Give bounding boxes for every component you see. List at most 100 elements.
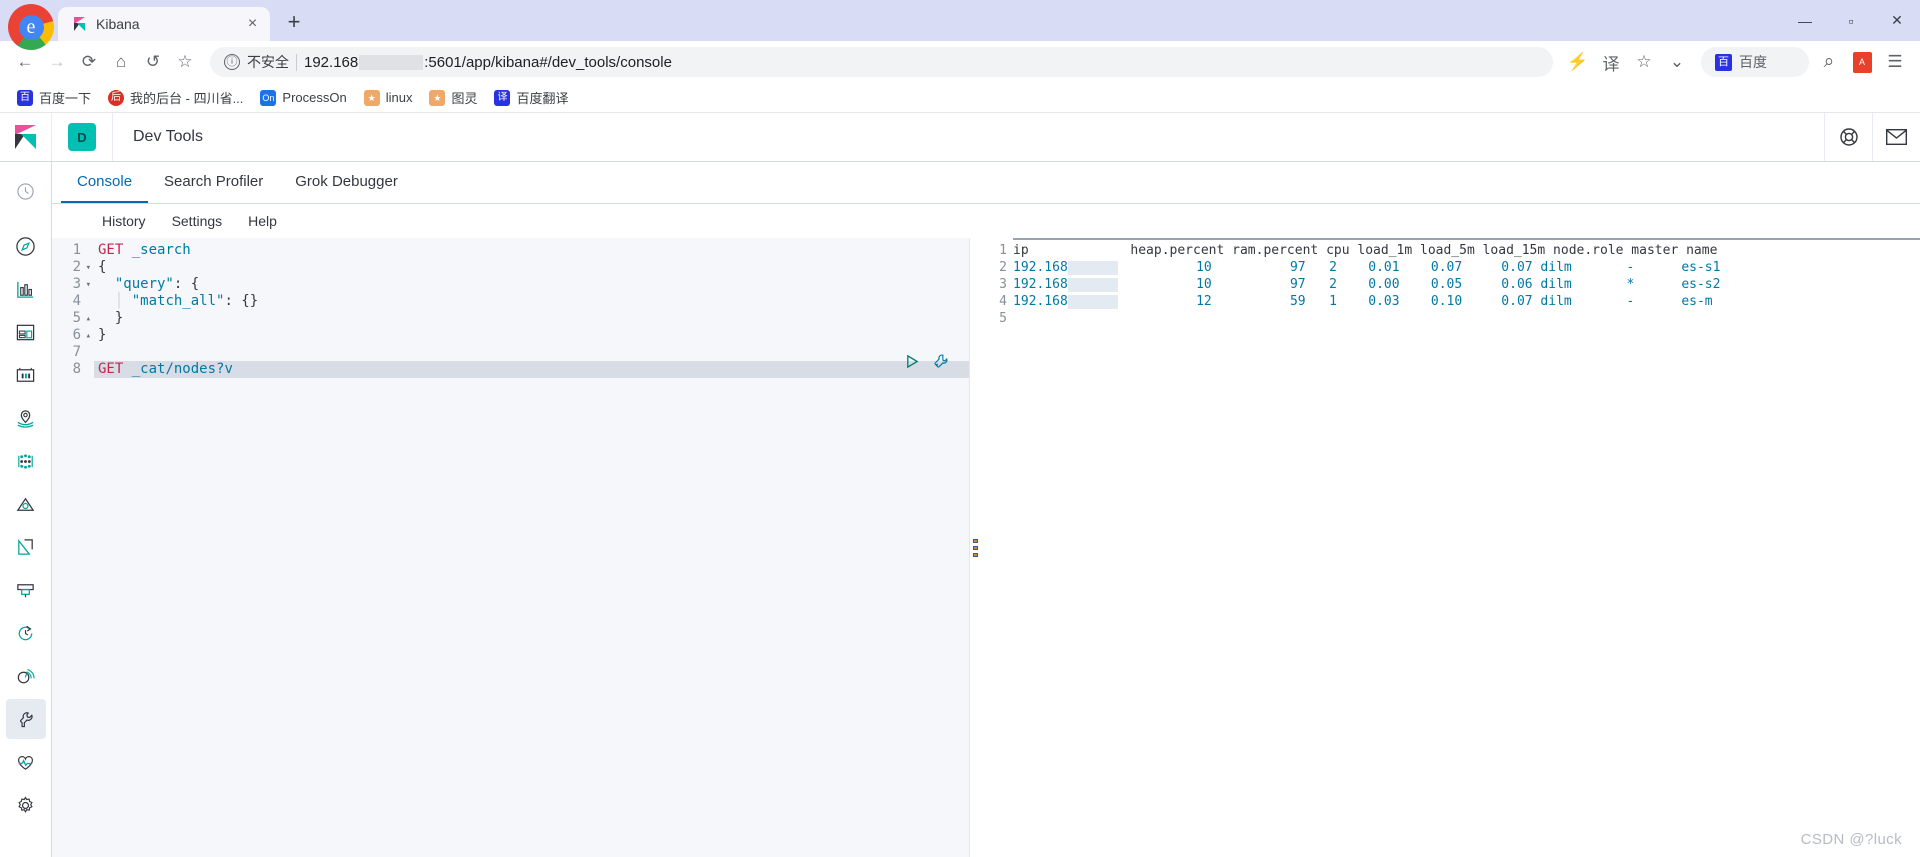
redacted-ip-block (1067, 295, 1118, 309)
tuling-icon: ★ (429, 89, 446, 106)
pdf-extension-icon[interactable]: A (1847, 47, 1877, 77)
bookmark-star-icon[interactable]: ☆ (170, 47, 200, 77)
tab-close-icon[interactable]: × (243, 15, 262, 34)
bookmark-item[interactable]: 译 百度翻译 (487, 85, 575, 110)
kibana-logo-icon[interactable] (0, 113, 52, 161)
toolbar-right-actions: ⚡ 译 ☆ ⌄ 百 百度 ⌕ A ☰ (1563, 47, 1910, 77)
window-maximize-button[interactable]: ▫ (1828, 0, 1874, 41)
sidebar-item-logs[interactable] (6, 527, 46, 567)
editor-line[interactable]: │ "match_all": {} (94, 293, 969, 310)
sidebar-item-recently-viewed[interactable] (6, 171, 46, 211)
code-token: } (98, 327, 107, 343)
kibana-main: Console Search Profiler Grok Debugger Hi… (52, 162, 1920, 857)
fold-marker[interactable]: ▾ (86, 260, 91, 277)
menu-item-help[interactable]: Help (248, 213, 277, 229)
sidebar-item-visualize[interactable] (6, 269, 46, 309)
sidebar-item-machine-learning[interactable] (6, 441, 46, 481)
window-minimize-button[interactable]: — (1782, 0, 1828, 41)
sidebar-item-management[interactable] (6, 785, 46, 825)
new-tab-button[interactable]: + (277, 8, 311, 38)
editor-line[interactable]: } (94, 327, 969, 344)
tab-console[interactable]: Console (61, 162, 149, 203)
sidebar-item-dev-tools[interactable] (5, 699, 46, 739)
mail-icon[interactable] (1872, 113, 1920, 161)
tab-search-profiler[interactable]: Search Profiler (148, 162, 279, 203)
wrench-icon (20, 711, 33, 727)
star-icon[interactable]: ☆ (1629, 47, 1659, 77)
kibana-header: D Dev Tools (0, 113, 1920, 162)
fold-marker[interactable]: ▴ (86, 328, 91, 345)
bookmark-item[interactable]: ★ linux (357, 87, 420, 109)
browser-menu-icon[interactable]: ☰ (1880, 47, 1910, 77)
editor-line[interactable] (94, 344, 969, 361)
tab-grok-debugger[interactable]: Grok Debugger (279, 162, 414, 203)
address-bar[interactable]: ⓘ 不安全 192.168 :5601/app/kibana#/dev_tool… (210, 47, 1553, 77)
lightning-icon[interactable]: ⚡ (1563, 47, 1593, 77)
bookmark-item[interactable]: 百 百度一下 (10, 85, 98, 110)
editor-line[interactable]: } (94, 310, 969, 327)
bookmark-item[interactable]: ★ 图灵 (422, 85, 484, 110)
editor-line[interactable]: { (94, 259, 969, 276)
translate-icon[interactable]: 译 (1596, 47, 1626, 77)
help-icon[interactable] (1824, 113, 1872, 161)
splitter-grip-icon[interactable] (973, 538, 978, 557)
gutter-line: 3 ▾ (72, 276, 91, 294)
sidebar-item-discover[interactable] (6, 226, 46, 266)
kibana-body: Console Search Profiler Grok Debugger Hi… (0, 162, 1920, 857)
bookmark-item[interactable]: On ProcessOn (253, 87, 353, 109)
browser-window: Kibana × + — ▫ ✕ ← → ⟳ ⌂ ↺ ☆ ⓘ 不安全 192.1… (0, 0, 1920, 857)
fold-marker[interactable]: ▾ (86, 277, 91, 294)
gutter-line: 2 ▾ (72, 259, 91, 277)
search-engine-box[interactable]: 百 百度 (1701, 47, 1809, 77)
chevron-down-icon[interactable]: ⌄ (1662, 47, 1692, 77)
site-info-icon[interactable]: ⓘ (224, 54, 240, 70)
bookmarks-bar: 百 百度一下 后 我的后台 - 四川省... On ProcessOn ★ li… (0, 83, 1920, 113)
output-data-row: 192.168 12 59 1 0.03 0.10 0.07 dilm - es… (1013, 293, 1920, 310)
sidebar-item-apm[interactable] (6, 570, 46, 610)
search-icon[interactable]: ⌕ (1814, 47, 1844, 77)
sidebar-item-maps[interactable] (6, 398, 46, 438)
reload-button[interactable]: ⟳ (74, 47, 104, 77)
play-icon[interactable] (905, 354, 920, 374)
gutter-line: 1 (72, 242, 81, 258)
tab-strip: Kibana × + — ▫ ✕ (0, 0, 1920, 50)
home-button[interactable]: ⌂ (106, 47, 136, 77)
search-engine-label: 百度 (1739, 54, 1767, 70)
sidebar-item-infrastructure[interactable] (6, 484, 46, 524)
back-button[interactable]: ← (10, 47, 40, 77)
output-data-row: 192.168 10 97 2 0.00 0.05 0.06 dilm * es… (1013, 276, 1920, 293)
menu-item-history[interactable]: History (102, 213, 146, 229)
backend-site-icon: 后 (108, 89, 125, 106)
sidebar-item-monitoring[interactable] (6, 742, 46, 782)
url-prefix: 192.168 (304, 53, 359, 71)
menu-item-settings[interactable]: Settings (172, 213, 223, 229)
gutter-line: 6 ▴ (72, 327, 91, 345)
kibana-header-actions (1824, 113, 1920, 161)
browser-tab-kibana[interactable]: Kibana × (58, 7, 270, 41)
cell-ip: 192.168 (1013, 294, 1068, 309)
cell-ip: 192.168 (1013, 260, 1068, 275)
bookmark-label: 百度一下 (39, 91, 92, 106)
editor-line[interactable]: "query": { (94, 276, 969, 293)
sidebar-item-dashboard[interactable] (6, 312, 46, 352)
wrench-icon[interactable] (932, 353, 949, 375)
bookmark-item[interactable]: 后 我的后台 - 四川省... (101, 85, 250, 110)
fold-marker[interactable]: ▴ (86, 311, 91, 328)
forward-button[interactable]: → (42, 47, 72, 77)
gear-icon (18, 795, 33, 813)
processon-icon: On (260, 89, 277, 106)
output-top-rule (1013, 238, 1920, 240)
gutter-line: 7 (72, 344, 81, 360)
editor-code[interactable]: GET _search{ "query": { │ "match_all": {… (94, 238, 969, 857)
sidebar-item-siem[interactable] (6, 656, 46, 696)
sidebar-item-uptime[interactable] (6, 613, 46, 653)
history-back-icon[interactable]: ↺ (138, 47, 168, 77)
kibana-sidebar (0, 162, 52, 857)
editor-line[interactable]: GET _search (94, 242, 969, 259)
editor-line[interactable]: GET _cat/nodes?v (94, 361, 969, 378)
panel-splitter[interactable] (969, 238, 981, 857)
sidebar-item-canvas[interactable] (6, 355, 46, 395)
request-editor[interactable]: 1 2 ▾ 3 ▾ 4 5 ▴ 6 ▴ 7 8 GET _search{ "query"… (52, 238, 969, 857)
window-close-button[interactable]: ✕ (1874, 0, 1920, 41)
